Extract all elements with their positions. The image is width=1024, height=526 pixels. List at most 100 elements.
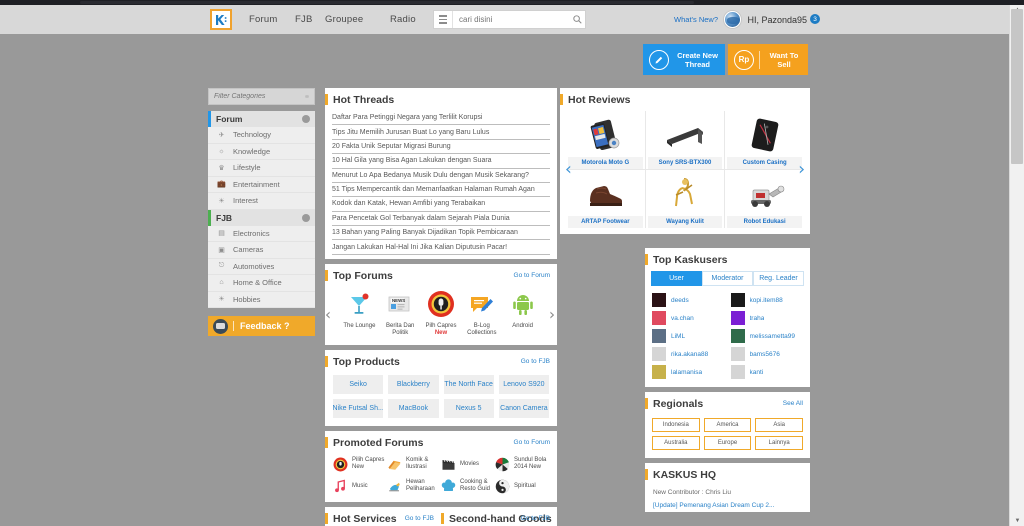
sidebar-item-technology[interactable]: ✈ Technology [208, 127, 315, 144]
list-item[interactable]: Para Pencetak Gol Terbanyak dalam Sejara… [332, 212, 550, 226]
review-item[interactable]: Wayang Kulit [645, 170, 725, 228]
list-item[interactable]: New Contributor : Chris Liu [645, 486, 810, 499]
nav-groupee[interactable]: Groupee [325, 14, 363, 25]
chevron-right-icon[interactable]: › [549, 307, 555, 322]
want-to-sell-button[interactable]: Rp Want To Sell [728, 44, 808, 75]
kaskuser-item[interactable]: va.chan [652, 311, 725, 325]
sidebar-group-forum-header[interactable]: Forum [208, 111, 315, 127]
product-chip[interactable]: Nike Futsal Sh... [333, 398, 384, 418]
kaskuser-item[interactable]: bams5676 [730, 347, 804, 361]
top-forum-item[interactable]: NEWS Berita Dan Politik [380, 289, 421, 337]
gear-icon[interactable] [302, 213, 310, 222]
search-icon[interactable] [569, 11, 585, 28]
page-scrollbar[interactable]: ▲ ▼ [1009, 5, 1024, 526]
list-item[interactable]: 51 Tips Mempercantik dan Memanfaatkan Ha… [332, 183, 550, 198]
filter-categories-input[interactable] [214, 93, 305, 100]
product-chip[interactable]: Lenovo S920 [498, 374, 549, 394]
search-input[interactable] [453, 15, 569, 24]
list-item[interactable]: Jangan Lakukan Hal-Hal Ini Jika Kalian D… [332, 240, 550, 255]
list-item[interactable]: 20 Fakta Unik Seputar Migrasi Burung [332, 140, 550, 155]
review-item[interactable]: Motorola Moto G [566, 111, 645, 169]
list-item[interactable]: [Update] Pemenang Asian Dream Cup 2... [645, 499, 810, 512]
top-products-goto-link[interactable]: Go to FJB [521, 358, 550, 365]
chevron-right-icon[interactable]: › [798, 161, 805, 178]
sidebar-item-interest[interactable]: ☀ Interest [208, 193, 315, 210]
promoted-forum-item[interactable]: Music [333, 479, 387, 494]
kaskuser-item[interactable]: melissametta99 [730, 329, 804, 343]
promoted-forum-item[interactable]: Spiritual [495, 479, 549, 494]
regional-chip[interactable]: Australia [652, 436, 700, 450]
regional-chip[interactable]: Europe [703, 436, 752, 450]
kaskuser-item[interactable]: lalamanisa [652, 365, 725, 379]
top-forum-item[interactable]: The Lounge [339, 289, 380, 337]
second-hand-goto-link[interactable]: Go to FJB [521, 515, 550, 522]
caret-down-icon[interactable]: ▼ [1010, 516, 1024, 526]
top-forum-item[interactable]: Pilh Capres New [421, 289, 462, 337]
nav-radio[interactable]: Radio [390, 14, 416, 25]
sidebar-item-knowledge[interactable]: ☼ Knowledge [208, 144, 315, 160]
tab-user[interactable]: User [651, 271, 702, 286]
sidebar-item-electronics[interactable]: ▤ Electronics [208, 226, 315, 242]
list-item[interactable]: Menurut Lo Apa Bedanya Musik Dulu dengan… [332, 169, 550, 183]
kaskus-logo-icon[interactable] [210, 9, 232, 30]
promoted-forum-item[interactable]: Komik & Ilustrasi [387, 457, 441, 472]
regional-chip[interactable]: Indonesia [652, 418, 700, 432]
product-chip[interactable]: Seiko [333, 374, 384, 394]
list-item[interactable]: 10 Hal Gila yang Bisa Agan Lakukan denga… [332, 154, 550, 169]
gear-icon[interactable] [302, 115, 310, 123]
promoted-forum-item[interactable]: Movies [441, 457, 495, 472]
whats-new-link[interactable]: What's New? [674, 15, 718, 24]
review-item[interactable]: ARTAP Footwear [566, 170, 645, 228]
feedback-button[interactable]: Feedback ? [208, 316, 315, 336]
product-chip[interactable]: Canon Camera [498, 398, 549, 418]
promoted-forums-goto-link[interactable]: Go to Forum [514, 439, 550, 446]
chevron-left-icon[interactable]: ‹ [325, 307, 331, 322]
kaskuser-item[interactable]: deeds [652, 293, 725, 307]
review-item[interactable]: Robot Edukasi [725, 170, 804, 228]
product-chip[interactable]: The North Face [443, 374, 494, 394]
kaskuser-item[interactable]: LiML [652, 329, 725, 343]
list-item[interactable]: 13 Bahan yang Paling Banyak Dijadikan To… [332, 226, 550, 241]
tab-reg-leader[interactable]: Reg. Leader [753, 271, 804, 286]
avatar[interactable] [724, 11, 741, 28]
regionals-see-all-link[interactable]: See All [783, 400, 803, 407]
list-item[interactable]: Daftar Para Petinggi Negara yang Terlili… [332, 111, 550, 126]
sidebar-group-fjb-header[interactable]: FJB [208, 209, 315, 226]
list-item[interactable]: Tips Jitu Memilih Jurusan Buat Lo yang B… [332, 125, 550, 140]
sidebar-item-lifestyle[interactable]: ♛ Lifestyle [208, 160, 315, 177]
sidebar-item-automotives[interactable]: ⎋ Automotives [208, 259, 315, 275]
regional-chip[interactable]: Asia [755, 418, 803, 432]
top-forum-item[interactable]: Android [502, 289, 543, 337]
sidebar-item-hobbies[interactable]: ☀ Hobbies [208, 292, 315, 308]
kaskuser-item[interactable]: kopi.item88 [730, 293, 804, 307]
review-item[interactable]: Custom Casing [725, 111, 804, 169]
top-forums-goto-link[interactable]: Go to Forum [514, 272, 550, 279]
regional-chip[interactable]: Lainnya [755, 436, 803, 450]
promoted-forum-item[interactable]: Sundul Bola 2014 New [495, 457, 549, 472]
scrollbar-thumb[interactable] [1011, 9, 1023, 164]
promoted-forum-item[interactable]: Hewan Peliharaan [387, 479, 441, 494]
hot-services-goto-link[interactable]: Go to FJB [405, 515, 434, 522]
promoted-forum-item[interactable]: Pilih Capres New [333, 457, 387, 472]
list-item[interactable]: Kodok dan Katak, Hewan Amfibi yang Terab… [332, 197, 550, 212]
regional-chip[interactable]: America [703, 418, 752, 432]
promoted-forum-item[interactable]: Cooking & Resto Guid [441, 479, 495, 494]
nav-fjb[interactable]: FJB [295, 14, 313, 25]
review-item[interactable]: Sony SRS-BTX300 [645, 111, 725, 169]
sidebar-item-entertainment[interactable]: 💼 Entertainment [208, 177, 315, 193]
message-badge[interactable]: 3 [810, 14, 820, 24]
kaskuser-item[interactable]: rika.akana88 [652, 347, 725, 361]
product-chip[interactable]: MacBook [388, 398, 439, 418]
nav-forum[interactable]: Forum [249, 14, 277, 25]
product-chip[interactable]: Blackberry [388, 374, 439, 394]
kaskuser-item[interactable]: traha [730, 311, 804, 325]
chevron-left-icon[interactable]: ‹ [565, 161, 572, 178]
hamburger-menu-icon[interactable] [434, 11, 453, 28]
tab-moderator[interactable]: Moderator [702, 271, 753, 286]
sidebar-item-cameras[interactable]: ▣ Cameras [208, 242, 315, 259]
top-forum-item[interactable]: B-Log Collections [461, 289, 502, 337]
create-new-thread-button[interactable]: Create New Thread [643, 44, 725, 75]
product-chip[interactable]: Nexus 5 [443, 398, 494, 418]
sidebar-item-home-office[interactable]: ⌂ Home & Office [208, 275, 315, 292]
kaskuser-item[interactable]: kanti [730, 365, 804, 379]
